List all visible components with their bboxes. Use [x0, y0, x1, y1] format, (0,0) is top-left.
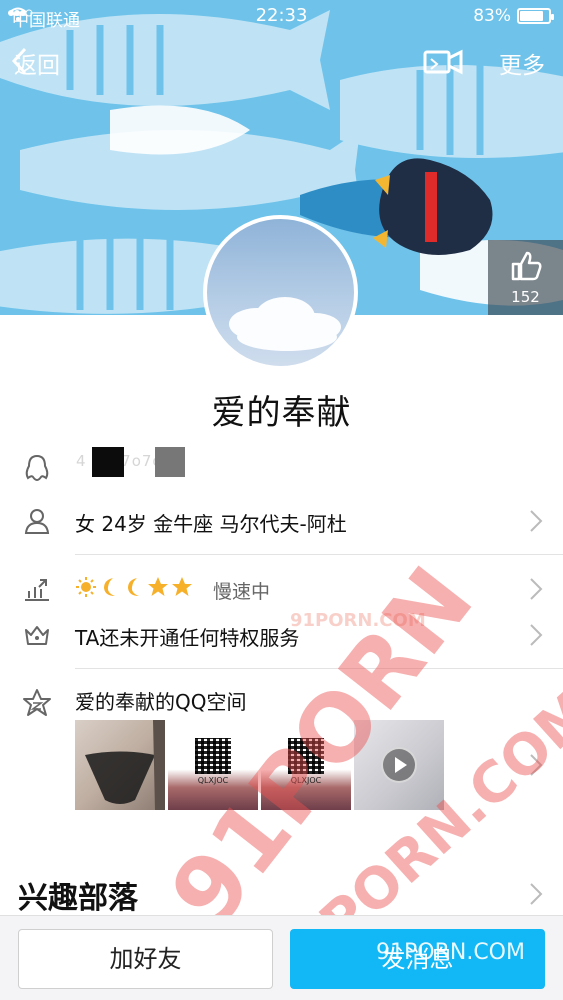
- send-message-button[interactable]: 发消息: [290, 929, 545, 989]
- moon-icon: [128, 578, 139, 596]
- chevron-right-icon[interactable]: [529, 882, 543, 910]
- battery-icon: [517, 8, 554, 24]
- qzone-video-thumbnail[interactable]: [354, 720, 444, 810]
- status-bar: 中国联通 22:33 83%: [0, 0, 563, 32]
- avatar[interactable]: [203, 215, 358, 370]
- qr-code: [195, 738, 231, 774]
- qzone-qr-thumbnail[interactable]: QLXJOC: [261, 720, 351, 810]
- photo-content: [85, 720, 165, 810]
- chevron-right-icon[interactable]: [529, 753, 543, 781]
- qzone-star-icon: [22, 688, 52, 718]
- chevron-right-icon: [529, 623, 543, 647]
- qr-label: QLXJOC: [290, 776, 322, 785]
- divider: [75, 554, 563, 555]
- level-badges: [75, 576, 193, 598]
- level-chart-icon: [22, 574, 52, 604]
- person-icon: [22, 506, 52, 536]
- sun-icon: [76, 577, 96, 597]
- privilege-row[interactable]: TA还未开通任何特权服务: [0, 612, 563, 658]
- video-call-icon[interactable]: [423, 46, 463, 78]
- level-status: 慢速中: [213, 581, 271, 603]
- back-button[interactable]: 返回: [10, 46, 60, 80]
- cloud-photo: [207, 297, 341, 366]
- interest-section-title: 兴趣部落: [18, 881, 138, 916]
- chevron-right-icon: [529, 577, 543, 601]
- redaction-block: [155, 447, 185, 477]
- crown-icon: [22, 620, 52, 650]
- star-icon: [172, 577, 192, 596]
- qzone-qr-thumbnail[interactable]: QLXJOC: [168, 720, 258, 810]
- bottom-action-bar: 加好友 发消息 91PORN.COM: [0, 915, 563, 1000]
- star-icon: [148, 577, 168, 596]
- play-icon: [381, 747, 417, 783]
- like-count: 152: [511, 288, 540, 306]
- qzone-title: 爱的奉献的QQ空间: [75, 690, 247, 714]
- nav-bar: 返回 更多: [0, 40, 563, 88]
- qzone-thumbnails: QLXJOC QLXJOC: [75, 720, 444, 810]
- basic-info-row[interactable]: 女 24岁 金牛座 马尔代夫-阿杜: [0, 498, 563, 544]
- status-right: 83%: [473, 6, 554, 26]
- battery-fill: [520, 11, 544, 21]
- chevron-right-icon: [529, 509, 543, 533]
- qr-label: QLXJOC: [197, 776, 229, 785]
- add-friend-button[interactable]: 加好友: [18, 929, 273, 989]
- divider: [75, 668, 563, 669]
- redaction-block: [92, 447, 124, 477]
- privilege-text: TA还未开通任何特权服务: [75, 626, 300, 650]
- penguin-outline-icon: [22, 453, 52, 483]
- qzone-row[interactable]: 爱的奉献的QQ空间: [0, 676, 563, 722]
- nickname: 爱的奉献: [211, 393, 352, 433]
- profile-screen: 中国联通 22:33 83% 返回 更多 152 爱的奉献 4 ·····7o7…: [0, 0, 563, 1000]
- moon-icon: [104, 578, 115, 596]
- battery-percent: 83%: [473, 6, 511, 26]
- like-button[interactable]: 152: [488, 240, 563, 315]
- qr-code: [288, 738, 324, 774]
- basic-info-text: 女 24岁 金牛座 马尔代夫-阿杜: [75, 512, 347, 536]
- qzone-photo-thumbnail[interactable]: [75, 720, 165, 810]
- more-button[interactable]: 更多: [499, 46, 545, 80]
